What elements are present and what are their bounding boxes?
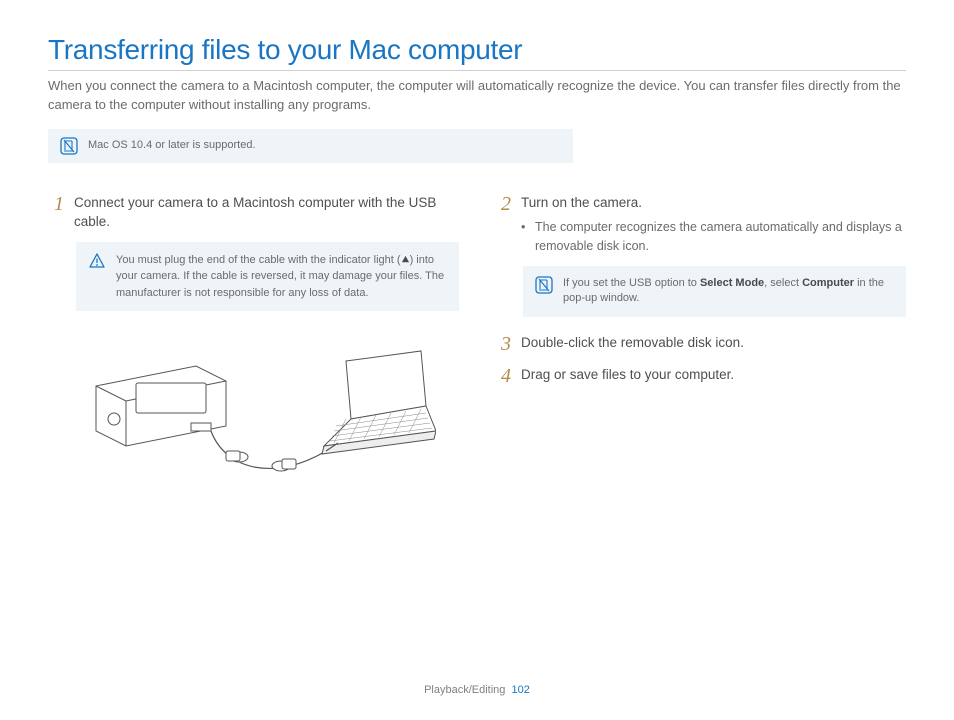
step-number: 2: [495, 193, 511, 256]
note-icon: [535, 276, 553, 294]
n-pre: If you set the USB option to: [563, 277, 700, 289]
right-column: 2 Turn on the camera. • The computer rec…: [495, 193, 906, 507]
note-icon: [60, 137, 78, 155]
step-number: 4: [495, 365, 511, 387]
triangle-icon: [401, 255, 410, 264]
step-number: 3: [495, 333, 511, 355]
intro-text: When you connect the camera to a Macinto…: [48, 77, 906, 115]
step-text: Turn on the camera. • The computer recog…: [521, 193, 906, 256]
connection-illustration: [76, 331, 459, 506]
warning-note: You must plug the end of the cable with …: [76, 242, 459, 312]
usb-note-text: If you set the USB option to Select Mode…: [563, 276, 894, 307]
step-2-main: Turn on the camera.: [521, 195, 642, 210]
n-b2: Computer: [802, 277, 854, 289]
footer-page-number: 102: [512, 684, 530, 696]
bullet-text: The computer recognizes the camera autom…: [535, 218, 906, 256]
support-note: Mac OS 10.4 or later is supported.: [48, 129, 573, 163]
n-b1: Select Mode: [700, 277, 764, 289]
page-title: Transferring files to your Mac computer: [48, 34, 906, 66]
warning-text: You must plug the end of the cable with …: [116, 252, 447, 302]
content-columns: 1 Connect your camera to a Macintosh com…: [48, 193, 906, 507]
bullet-dot: •: [521, 218, 527, 256]
step-3: 3 Double-click the removable disk icon.: [495, 333, 906, 355]
usb-note: If you set the USB option to Select Mode…: [523, 266, 906, 317]
warning-icon: [88, 252, 106, 270]
footer-section: Playback/Editing: [424, 684, 505, 696]
warn-pre: You must plug the end of the cable with …: [116, 254, 401, 266]
step-2-bullet: • The computer recognizes the camera aut…: [521, 218, 906, 256]
title-rule: [48, 70, 906, 71]
step-text: Connect your camera to a Macintosh compu…: [74, 193, 459, 232]
support-note-text: Mac OS 10.4 or later is supported.: [88, 138, 256, 153]
step-text: Drag or save files to your computer.: [521, 365, 734, 387]
page-footer: Playback/Editing 102: [0, 684, 954, 696]
step-2: 2 Turn on the camera. • The computer rec…: [495, 193, 906, 256]
step-4: 4 Drag or save files to your computer.: [495, 365, 906, 387]
step-number: 1: [48, 193, 64, 232]
left-column: 1 Connect your camera to a Macintosh com…: [48, 193, 459, 507]
n-mid: , select: [764, 277, 802, 289]
step-text: Double-click the removable disk icon.: [521, 333, 744, 355]
step-1: 1 Connect your camera to a Macintosh com…: [48, 193, 459, 232]
